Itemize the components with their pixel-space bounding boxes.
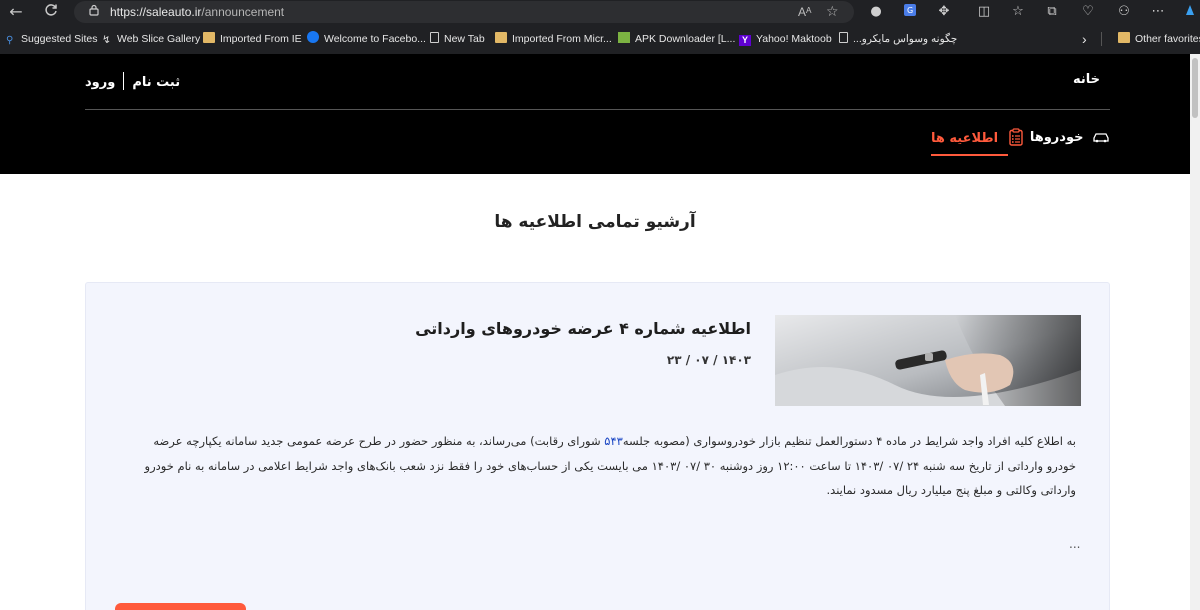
collections-icon[interactable]: ⧉ — [1042, 3, 1062, 21]
bookmark-label: چگونه وسواس مایکرو... — [853, 33, 958, 45]
folder-icon — [495, 32, 507, 43]
copilot-icon[interactable] — [1180, 3, 1200, 21]
bookmark-label: New Tab — [444, 33, 485, 45]
url-path: /announcement — [201, 5, 285, 19]
home-link[interactable]: خانه — [1073, 72, 1100, 87]
bookmark-imported-micr[interactable]: Imported From Micr... — [495, 24, 612, 54]
folder-icon — [203, 32, 215, 43]
nav-cars-label: خودروها — [1029, 130, 1084, 145]
apk-icon — [618, 32, 630, 43]
browser-essentials-icon[interactable]: ♡ — [1078, 3, 1098, 21]
browser-toolbar: ← https://saleauto.ir/announcement Aᴬ ☆ … — [0, 0, 1200, 24]
read-aloud-icon[interactable]: Aᴬ — [798, 1, 811, 23]
announcement-image — [775, 315, 1081, 406]
body-text-start: به اطلاع کلیه افراد واجد شرایط در ماده ۴… — [622, 434, 1076, 448]
login-link[interactable]: ورود — [85, 75, 115, 90]
settings-more-icon[interactable]: ⋯ — [1148, 3, 1168, 21]
nav-announcements[interactable]: اطلاعیه ها — [931, 128, 1023, 156]
bookmark-label: Yahoo! Maktoob — [756, 33, 832, 45]
address-bar[interactable]: https://saleauto.ir/announcement Aᴬ ☆ — [74, 1, 854, 23]
scrollbar-thumb[interactable] — [1192, 58, 1198, 118]
bookmark-facebook[interactable]: Welcome to Facebo... — [307, 24, 426, 54]
body-highlight-number: ۵۴۳ — [604, 434, 623, 448]
read-more-button[interactable] — [115, 603, 246, 610]
page-scrollbar[interactable] — [1190, 54, 1200, 610]
refresh-icon[interactable] — [40, 2, 62, 22]
profile-icon[interactable]: ⚇ — [1114, 3, 1134, 21]
folder-icon — [1118, 32, 1130, 43]
search-icon: ⚲ — [6, 35, 14, 46]
bookmark-apk-downloader[interactable]: APK Downloader [L... — [618, 24, 735, 54]
bookmark-label: Welcome to Facebo... — [324, 33, 426, 45]
bookmark-label: APK Downloader [L... — [635, 33, 736, 45]
chevron-right-icon[interactable]: › — [1082, 24, 1087, 54]
nav-announcements-label: اطلاعیه ها — [931, 131, 999, 146]
translate-icon[interactable]: G — [900, 3, 920, 21]
bookmark-label: Imported From Micr... — [512, 33, 612, 45]
bookmark-divider — [1101, 32, 1102, 46]
auth-links: ثبت نام ورود — [85, 72, 180, 90]
bookmark-other-favorites[interactable]: Other favorites — [1118, 24, 1200, 54]
clipboard-list-icon — [1008, 128, 1023, 146]
announcement-date: ۱۴۰۳ / ۰۷ / ۲۳ — [666, 353, 751, 367]
announcement-card[interactable]: اطلاعیه شماره ۴ عرضه خودروهای وارداتی ۱۴… — [85, 282, 1110, 610]
bookmark-web-slice[interactable]: ↯ Web Slice Gallery — [102, 24, 200, 54]
announcement-body: به اطلاع کلیه افراد واجد شرایط در ماده ۴… — [130, 429, 1076, 503]
bookmark-suggested-sites[interactable]: ⚲ Suggested Sites — [6, 24, 97, 54]
yahoo-icon: Y — [739, 35, 751, 46]
bookmark-label: Web Slice Gallery — [117, 33, 201, 45]
favorite-star-icon[interactable]: ☆ — [826, 1, 839, 23]
ellipsis-more: ... — [1069, 537, 1081, 551]
site-header: خانه ثبت نام ورود خودروها اطلاعیه ها — [0, 54, 1190, 174]
announcement-title[interactable]: اطلاعیه شماره ۴ عرضه خودروهای وارداتی — [415, 319, 751, 338]
header-divider — [85, 109, 1110, 110]
extensions-puzzle-icon[interactable]: ✥ — [934, 3, 954, 21]
web-slice-icon: ↯ — [102, 34, 111, 46]
split-screen-icon[interactable]: ◫ — [974, 3, 994, 21]
url-text[interactable]: https://saleauto.ir/announcement — [110, 1, 284, 23]
bookmark-new-tab[interactable]: New Tab — [430, 24, 485, 54]
bookmarks-bar: ⚲ Suggested Sites ↯ Web Slice Gallery Impo… — [0, 24, 1200, 54]
url-host: https://saleauto.ir — [110, 5, 202, 19]
bookmark-label: Other favorites — [1135, 33, 1200, 45]
active-tab-underline — [931, 154, 1008, 156]
page-title: آرشیو تمامی اطلاعیه ها — [494, 212, 696, 232]
favorites-icon[interactable]: ☆ — [1008, 3, 1028, 21]
bookmark-yahoo[interactable]: Y Yahoo! Maktoob — [739, 24, 832, 54]
car-icon — [1092, 131, 1110, 143]
auth-divider — [123, 72, 125, 90]
register-link[interactable]: ثبت نام — [132, 75, 180, 90]
bookmark-label: Suggested Sites — [21, 33, 98, 45]
nav-cars[interactable]: خودروها — [1030, 130, 1110, 145]
lock-icon — [86, 4, 102, 20]
extension-dot-icon[interactable]: ● — [866, 3, 886, 21]
facebook-icon — [307, 31, 319, 43]
bookmark-imported-ie[interactable]: Imported From IE — [203, 24, 302, 54]
bookmark-label: Imported From IE — [220, 33, 302, 45]
svg-text:G: G — [907, 6, 913, 15]
page-icon — [430, 32, 439, 43]
page-icon — [839, 32, 848, 43]
back-icon[interactable]: ← — [5, 2, 27, 22]
bookmark-persian-article[interactable]: چگونه وسواس مایکرو... — [839, 24, 957, 54]
